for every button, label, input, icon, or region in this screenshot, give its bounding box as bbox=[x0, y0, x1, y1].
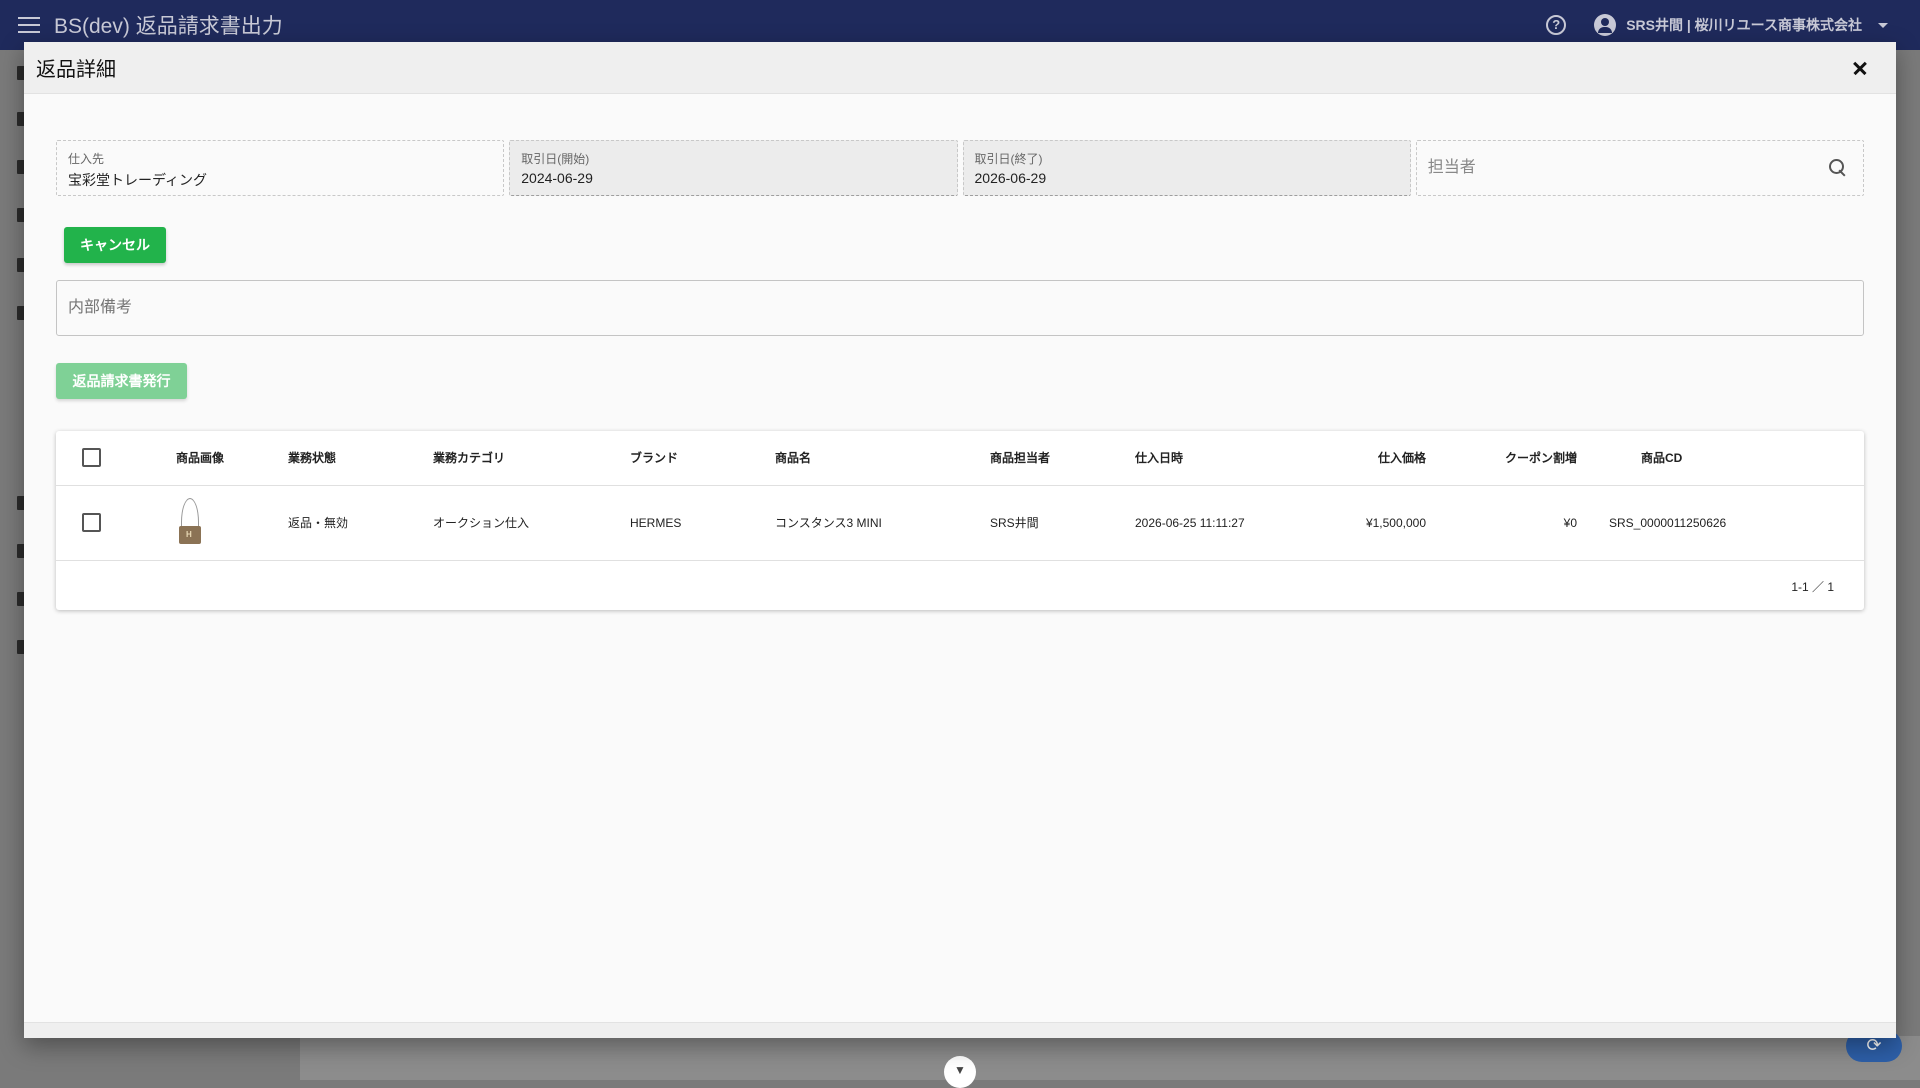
cell-owner: SRS井間 bbox=[990, 485, 1135, 561]
date-end-label: 取引日(終了) bbox=[974, 152, 1043, 166]
col-category: 業務カテゴリ bbox=[433, 431, 630, 486]
col-image: 商品画像 bbox=[176, 431, 288, 486]
supplier-field[interactable]: 仕入先 宝彩堂トレーディング bbox=[56, 140, 505, 196]
row-checkbox[interactable] bbox=[82, 513, 101, 532]
page-footer bbox=[300, 1036, 1920, 1080]
filter-fields: 仕入先 宝彩堂トレーディング 取引日(開始) 2024-06-29 取引日(終了… bbox=[56, 140, 1864, 196]
cell-datetime: 2026-06-25 11:11:27 bbox=[1135, 485, 1295, 561]
return-items-table: 商品画像 業務状態 業務カテゴリ ブランド 商品名 商品担当者 仕入日時 仕入価… bbox=[56, 431, 1864, 610]
table-row[interactable]: 返品・無効 オークション仕入 HERMES コンスタンス3 MINI SRS井間… bbox=[56, 485, 1864, 561]
dialog-header: 返品詳細 bbox=[24, 42, 1896, 94]
menu-icon[interactable] bbox=[18, 17, 40, 33]
col-owner: 商品担当者 bbox=[990, 431, 1135, 486]
dialog-footer bbox=[24, 1022, 1896, 1038]
staff-placeholder: 担当者 bbox=[1427, 159, 1476, 176]
scroll-down-icon[interactable]: ▼ bbox=[944, 1056, 976, 1088]
date-end-field: 取引日(終了) 2026-06-29 bbox=[962, 140, 1411, 196]
return-detail-dialog: 返品詳細 仕入先 宝彩堂トレーディング 取引日(開始) 2024-06-29 取… bbox=[24, 42, 1896, 1038]
pagination-info: 1-1 ／ 1 bbox=[1791, 580, 1834, 594]
caret-down-icon[interactable] bbox=[1878, 22, 1888, 28]
select-all-checkbox[interactable] bbox=[82, 448, 101, 468]
cell-name: コンスタンス3 MINI bbox=[775, 485, 990, 561]
col-coupon: クーポン割増 bbox=[1426, 431, 1577, 486]
cancel-button[interactable]: キャンセル bbox=[64, 227, 166, 263]
col-datetime: 仕入日時 bbox=[1135, 431, 1295, 486]
search-icon[interactable] bbox=[1829, 159, 1847, 177]
date-start-field: 取引日(開始) 2024-06-29 bbox=[509, 140, 958, 196]
help-icon[interactable]: ? bbox=[1546, 15, 1567, 35]
cell-category: オークション仕入 bbox=[433, 485, 630, 561]
date-start-value: 2024-06-29 bbox=[521, 170, 593, 186]
user-name[interactable]: SRS井間 | 桜川リユース商事株式会社 bbox=[1626, 15, 1862, 35]
app-bar-right: ? SRS井間 | 桜川リユース商事株式会社 bbox=[1546, 14, 1888, 36]
cell-code: SRS_0000011250626 bbox=[1577, 485, 1864, 561]
internal-memo-input[interactable] bbox=[56, 280, 1864, 336]
col-name: 商品名 bbox=[775, 431, 990, 486]
col-price: 仕入価格 bbox=[1295, 431, 1426, 486]
cell-status: 返品・無効 bbox=[288, 485, 433, 561]
staff-search-field[interactable]: 担当者 bbox=[1415, 140, 1864, 196]
issue-return-invoice-button[interactable]: 返品請求書発行 bbox=[56, 363, 187, 399]
side-nav bbox=[0, 50, 25, 1080]
supplier-value: 宝彩堂トレーディング bbox=[68, 172, 208, 188]
col-status: 業務状態 bbox=[288, 431, 433, 486]
product-image bbox=[176, 497, 204, 548]
date-start-label: 取引日(開始) bbox=[521, 152, 590, 166]
app-title: BS(dev) 返品請求書出力 bbox=[54, 15, 283, 38]
cell-brand: HERMES bbox=[630, 485, 775, 561]
col-brand: ブランド bbox=[630, 431, 775, 486]
col-code: 商品CD bbox=[1577, 431, 1864, 486]
cell-price: ¥1,500,000 bbox=[1295, 485, 1426, 561]
date-end-value: 2026-06-29 bbox=[974, 170, 1047, 186]
supplier-label: 仕入先 bbox=[68, 152, 105, 166]
dialog-title: 返品詳細 bbox=[36, 59, 116, 81]
close-icon[interactable] bbox=[1842, 50, 1878, 86]
account-icon[interactable] bbox=[1594, 14, 1617, 36]
cell-coupon: ¥0 bbox=[1426, 485, 1577, 561]
table-header-row: 商品画像 業務状態 業務カテゴリ ブランド 商品名 商品担当者 仕入日時 仕入価… bbox=[56, 431, 1864, 486]
